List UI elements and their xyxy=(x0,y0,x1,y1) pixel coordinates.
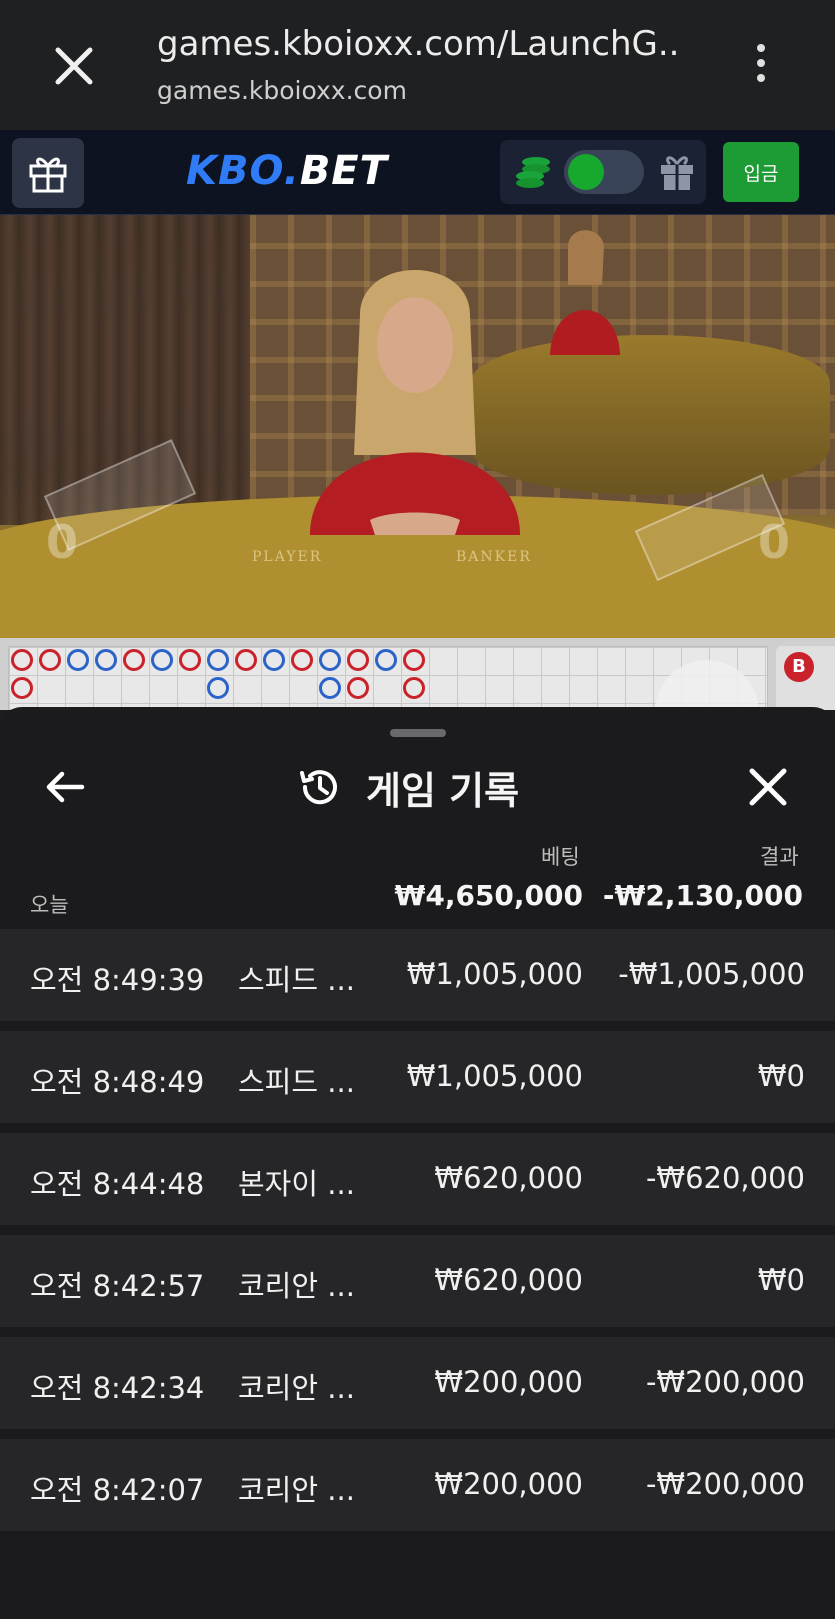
toggle-knob xyxy=(568,154,604,190)
row-time: 오전 8:48:49 xyxy=(30,1065,205,1099)
promotions-button[interactable] xyxy=(12,138,84,208)
history-list: 오전 8:49:39 스피드 ... ₩1,005,000 -₩1,005,00… xyxy=(0,929,835,1541)
row-bet: ₩620,000 xyxy=(434,1161,583,1195)
bead-red xyxy=(347,677,369,699)
player-label: PLAYER xyxy=(252,549,323,565)
site-logo[interactable]: KBO.BET xyxy=(186,148,388,194)
row-result: ₩0 xyxy=(757,1059,805,1093)
row-bet: ₩620,000 xyxy=(434,1263,583,1297)
bead-red xyxy=(403,649,425,671)
bead-red xyxy=(11,677,33,699)
date-group-label: 오늘 xyxy=(30,893,69,917)
bead-blue xyxy=(207,677,229,699)
row-game: 코리안 ... xyxy=(238,1269,355,1303)
dealer xyxy=(290,255,540,535)
row-time: 오전 8:42:57 xyxy=(30,1269,205,1303)
bead-red xyxy=(291,649,313,671)
back-arrow-icon[interactable] xyxy=(42,763,90,811)
sheet-header: 게임 기록 xyxy=(296,757,519,817)
row-result: ₩0 xyxy=(757,1263,805,1297)
live-video[interactable]: PLAYER BANKER 0 0 xyxy=(0,215,835,638)
page-title: games.kboioxx.com/LaunchG... xyxy=(157,24,677,64)
row-game: 스피드 ... xyxy=(238,1065,355,1099)
bead-road[interactable] xyxy=(8,646,768,710)
bead-red xyxy=(235,649,257,671)
player-score: 0 xyxy=(46,515,79,569)
gift-icon xyxy=(29,157,67,193)
browser-toolbar: games.kboioxx.com/LaunchG... games.kboio… xyxy=(0,0,835,130)
row-result: -₩200,000 xyxy=(645,1467,805,1501)
row-time: 오전 8:42:34 xyxy=(30,1371,205,1405)
close-icon[interactable] xyxy=(48,40,100,92)
history-row[interactable]: 오전 8:48:49 스피드 ... ₩1,005,000 ₩0 xyxy=(0,1031,835,1123)
row-result: -₩200,000 xyxy=(645,1365,805,1399)
row-game: 코리안 ... xyxy=(238,1371,355,1405)
banker-label: BANKER xyxy=(456,549,532,565)
banker-chip: B xyxy=(784,652,814,682)
balance-toggle[interactable] xyxy=(564,150,644,194)
bead-red xyxy=(347,649,369,671)
row-bet: ₩1,005,000 xyxy=(406,957,583,991)
history-row[interactable]: 오전 8:42:34 코리안 ... ₩200,000 -₩200,000 xyxy=(0,1337,835,1429)
column-header-bet: 베팅 xyxy=(541,845,580,869)
row-result: -₩1,005,000 xyxy=(618,957,805,991)
row-game: 코리안 ... xyxy=(238,1473,355,1507)
row-bet: ₩200,000 xyxy=(434,1365,583,1399)
bead-blue xyxy=(207,649,229,671)
site-header: KBO.BET 입금 xyxy=(0,130,835,215)
sheet-drag-handle[interactable] xyxy=(390,729,446,737)
column-header-result: 결과 xyxy=(760,845,799,869)
second-dealer xyxy=(540,225,630,355)
bead-blue xyxy=(151,649,173,671)
side-road[interactable]: B xyxy=(776,646,835,710)
bead-blue xyxy=(263,649,285,671)
gift-icon[interactable] xyxy=(658,152,696,196)
bead-blue xyxy=(319,677,341,699)
row-result: -₩620,000 xyxy=(645,1161,805,1195)
game-history-sheet: 게임 기록 베팅 결과 오늘 ₩4,650,000 -₩2,130,000 오전… xyxy=(0,707,835,1619)
bead-red xyxy=(11,649,33,671)
more-vert-icon[interactable] xyxy=(750,44,772,88)
history-row[interactable]: 오전 8:42:07 코리안 ... ₩200,000 -₩200,000 xyxy=(0,1439,835,1531)
row-bet: ₩200,000 xyxy=(434,1467,583,1501)
deposit-button[interactable]: 입금 xyxy=(723,142,799,202)
bead-blue xyxy=(95,649,117,671)
page-url: games.kboioxx.com xyxy=(157,76,407,105)
row-bet: ₩1,005,000 xyxy=(406,1059,583,1093)
bead-blue xyxy=(319,649,341,671)
row-time: 오전 8:42:07 xyxy=(30,1473,205,1507)
row-time: 오전 8:44:48 xyxy=(30,1167,205,1201)
history-row[interactable]: 오전 8:44:48 본자이 ... ₩620,000 -₩620,000 xyxy=(0,1133,835,1225)
banker-score: 0 xyxy=(758,515,791,569)
bead-red xyxy=(123,649,145,671)
close-icon[interactable] xyxy=(744,763,792,811)
row-time: 오전 8:49:39 xyxy=(30,963,205,997)
bead-blue xyxy=(375,649,397,671)
bead-red xyxy=(39,649,61,671)
sheet-title: 게임 기록 xyxy=(366,768,520,813)
total-bet: ₩4,650,000 xyxy=(394,879,583,912)
history-row[interactable]: 오전 8:49:39 스피드 ... ₩1,005,000 -₩1,005,00… xyxy=(0,929,835,1021)
bead-red xyxy=(403,677,425,699)
row-game: 본자이 ... xyxy=(238,1167,355,1201)
bead-red xyxy=(179,649,201,671)
bead-blue xyxy=(67,649,89,671)
history-row[interactable]: 오전 8:42:57 코리안 ... ₩620,000 ₩0 xyxy=(0,1235,835,1327)
row-game: 스피드 ... xyxy=(238,963,355,997)
total-result: -₩2,130,000 xyxy=(602,879,803,912)
history-icon xyxy=(300,770,337,805)
balance-widget[interactable] xyxy=(500,140,706,204)
coins-icon xyxy=(514,154,554,194)
